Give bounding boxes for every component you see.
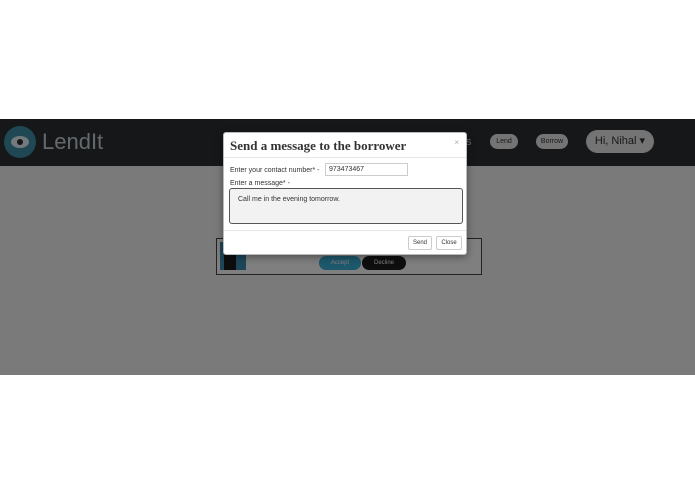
modal-header-divider [224,157,466,158]
app-viewport: LendIt s Lend Borrow Hi, Nihal ▾ Accept … [0,119,695,375]
contact-number-input[interactable] [325,163,408,176]
message-label: Enter a message* - [230,180,290,187]
modal-title: Send a message to the borrower [230,138,407,153]
send-button[interactable]: Send [408,236,432,250]
close-button[interactable]: Close [436,236,462,250]
message-modal: Send a message to the borrower × Enter y… [223,132,467,255]
close-icon[interactable]: × [454,138,459,147]
modal-footer-divider [224,230,466,231]
contact-number-label: Enter your contact number* - [230,167,320,174]
message-textarea[interactable]: Call me in the evening tomorrow. [229,188,463,224]
